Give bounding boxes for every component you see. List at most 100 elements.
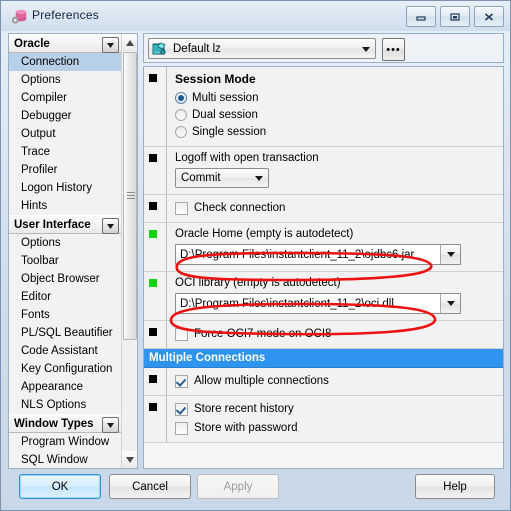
sidebar-item-fonts[interactable]: Fonts <box>9 306 122 324</box>
oracle-home-value: D:\Program Files\instantclient_11_2\ojdb… <box>180 248 415 261</box>
checkbox-label: Store recent history <box>194 403 294 415</box>
setting-marker <box>149 328 157 336</box>
checkbox-indicator-icon <box>175 201 188 215</box>
checkbox-label: Store with password <box>194 422 298 434</box>
preference-set-icon <box>152 41 167 56</box>
checkbox-allow-multiple-connections[interactable]: Allow multiple connections <box>175 373 503 389</box>
sidebar-item-hints[interactable]: Hints <box>9 197 122 215</box>
sidebar-item-debugger[interactable]: Debugger <box>9 107 122 125</box>
dialog-footer: OK Cancel Apply Help <box>5 470 506 504</box>
oracle-home-input[interactable]: D:\Program Files\instantclient_11_2\ojdb… <box>175 244 461 265</box>
sidebar-item-trace[interactable]: Trace <box>9 143 122 161</box>
preference-set-dropdown[interactable]: Default lz <box>148 38 376 59</box>
logoff-dropdown[interactable]: Commit <box>175 168 269 188</box>
sidebar-item-nls-options[interactable]: NLS Options <box>9 396 122 414</box>
sidebar-item-object-browser[interactable]: Object Browser <box>9 270 122 288</box>
checkbox-force-oci7[interactable]: Force OCI7 mode on OCI8 <box>175 326 503 342</box>
sidebar-item-program-window[interactable]: Program Window <box>9 433 122 451</box>
radio-dual-session[interactable]: Dual session <box>175 107 503 123</box>
setting-row-force-oci7: Force OCI7 mode on OCI8 <box>144 321 503 349</box>
session-mode-title: Session Mode <box>175 72 256 86</box>
sidebar-item-toolbar[interactable]: Toolbar <box>9 252 122 270</box>
radio-single-session[interactable]: Single session <box>175 124 503 140</box>
checkbox-label: Check connection <box>194 202 286 214</box>
settings-list: Session Mode Multi session Dual session … <box>143 66 504 469</box>
settings-tree-panel: Oracle Connection Options Compiler Debug… <box>8 33 138 469</box>
close-button[interactable] <box>474 6 504 27</box>
browse-preference-sets-button[interactable]: ••• <box>382 38 405 61</box>
tree-group-oracle[interactable]: Oracle <box>9 34 122 53</box>
sidebar-item-output[interactable]: Output <box>9 125 122 143</box>
sidebar-item-editor[interactable]: Editor <box>9 288 122 306</box>
sidebar-item-sql-window[interactable]: SQL Window <box>9 451 122 468</box>
checkbox-indicator-icon <box>175 327 188 341</box>
chevron-down-icon[interactable] <box>440 294 460 313</box>
scrollbar-thumb[interactable] <box>123 52 137 340</box>
sidebar-item-options[interactable]: Options <box>9 71 122 89</box>
chevron-down-icon[interactable] <box>102 218 119 234</box>
minimize-button[interactable] <box>406 6 436 27</box>
radio-multi-session[interactable]: Multi session <box>175 90 503 106</box>
setting-marker <box>149 202 157 210</box>
chevron-down-icon <box>362 46 370 52</box>
settings-tree: Oracle Connection Options Compiler Debug… <box>9 34 122 468</box>
checkbox-store-with-password[interactable]: Store with password <box>175 420 503 436</box>
setting-row-oci-library: OCI library (empty is autodetect) D:\Pro… <box>144 272 503 321</box>
logoff-label: Logoff with open transaction <box>175 152 319 164</box>
scroll-down-icon[interactable] <box>122 451 137 468</box>
chevron-down-icon[interactable] <box>102 37 119 53</box>
tree-scrollbar[interactable] <box>121 34 137 468</box>
setting-row-check-connection: Check connection <box>144 195 503 223</box>
window-controls <box>406 6 504 27</box>
oci-library-label: OCI library (empty is autodetect) <box>175 277 341 289</box>
setting-marker <box>149 403 157 411</box>
radio-label: Multi session <box>192 92 259 104</box>
sidebar-item-plsql-beautifier[interactable]: PL/SQL Beautifier <box>9 324 122 342</box>
preferences-window: Preferences Oracle Connection Options Co… <box>0 0 511 511</box>
radio-label: Dual session <box>192 109 258 121</box>
checkbox-check-connection[interactable]: Check connection <box>175 200 503 216</box>
chevron-down-icon[interactable] <box>102 417 119 433</box>
preference-set-value: Default lz <box>173 42 221 55</box>
sidebar-item-ui-options[interactable]: Options <box>9 234 122 252</box>
radio-indicator-icon <box>175 126 187 138</box>
setting-row-store-history: Store recent history Store with password <box>144 396 503 443</box>
sidebar-item-profiler[interactable]: Profiler <box>9 161 122 179</box>
checkbox-store-recent-history[interactable]: Store recent history <box>175 401 503 417</box>
sidebar-item-key-configuration[interactable]: Key Configuration <box>9 360 122 378</box>
radio-indicator-icon <box>175 109 187 121</box>
tree-group-user-interface[interactable]: User Interface <box>9 215 122 234</box>
tree-group-label: Oracle <box>14 37 50 50</box>
logoff-value: Commit <box>181 172 221 184</box>
sidebar-item-connection[interactable]: Connection <box>9 53 122 71</box>
oci-library-input[interactable]: D:\Program Files\instantclient_11_2\oci.… <box>175 293 461 314</box>
radio-indicator-icon <box>175 92 187 104</box>
oracle-home-label: Oracle Home (empty is autodetect) <box>175 228 354 240</box>
chevron-down-icon <box>255 176 263 181</box>
setting-marker-modified <box>149 230 157 238</box>
scroll-up-icon[interactable] <box>122 34 137 51</box>
sidebar-item-logon-history[interactable]: Logon History <box>9 179 122 197</box>
checkbox-indicator-icon <box>175 374 188 388</box>
setting-marker <box>149 375 157 383</box>
scrollbar-grip-icon <box>127 192 135 200</box>
setting-marker <box>149 154 157 162</box>
preference-set-bar: Default lz ••• <box>143 33 504 63</box>
cancel-button[interactable]: Cancel <box>109 474 191 499</box>
setting-marker-modified <box>149 279 157 287</box>
checkbox-indicator-icon <box>175 421 188 435</box>
database-gear-icon <box>11 8 28 25</box>
apply-button: Apply <box>197 474 279 499</box>
tree-group-label: Window Types <box>14 417 94 430</box>
chevron-down-icon[interactable] <box>440 245 460 264</box>
restore-button[interactable] <box>440 6 470 27</box>
help-button[interactable]: Help <box>415 474 495 499</box>
tree-group-label: User Interface <box>14 218 91 231</box>
tree-group-window-types[interactable]: Window Types <box>9 414 122 433</box>
sidebar-item-appearance[interactable]: Appearance <box>9 378 122 396</box>
sidebar-item-code-assistant[interactable]: Code Assistant <box>9 342 122 360</box>
setting-marker <box>149 74 157 82</box>
setting-row-logoff: Logoff with open transaction Commit <box>144 147 503 195</box>
sidebar-item-compiler[interactable]: Compiler <box>9 89 122 107</box>
ok-button[interactable]: OK <box>19 474 101 499</box>
